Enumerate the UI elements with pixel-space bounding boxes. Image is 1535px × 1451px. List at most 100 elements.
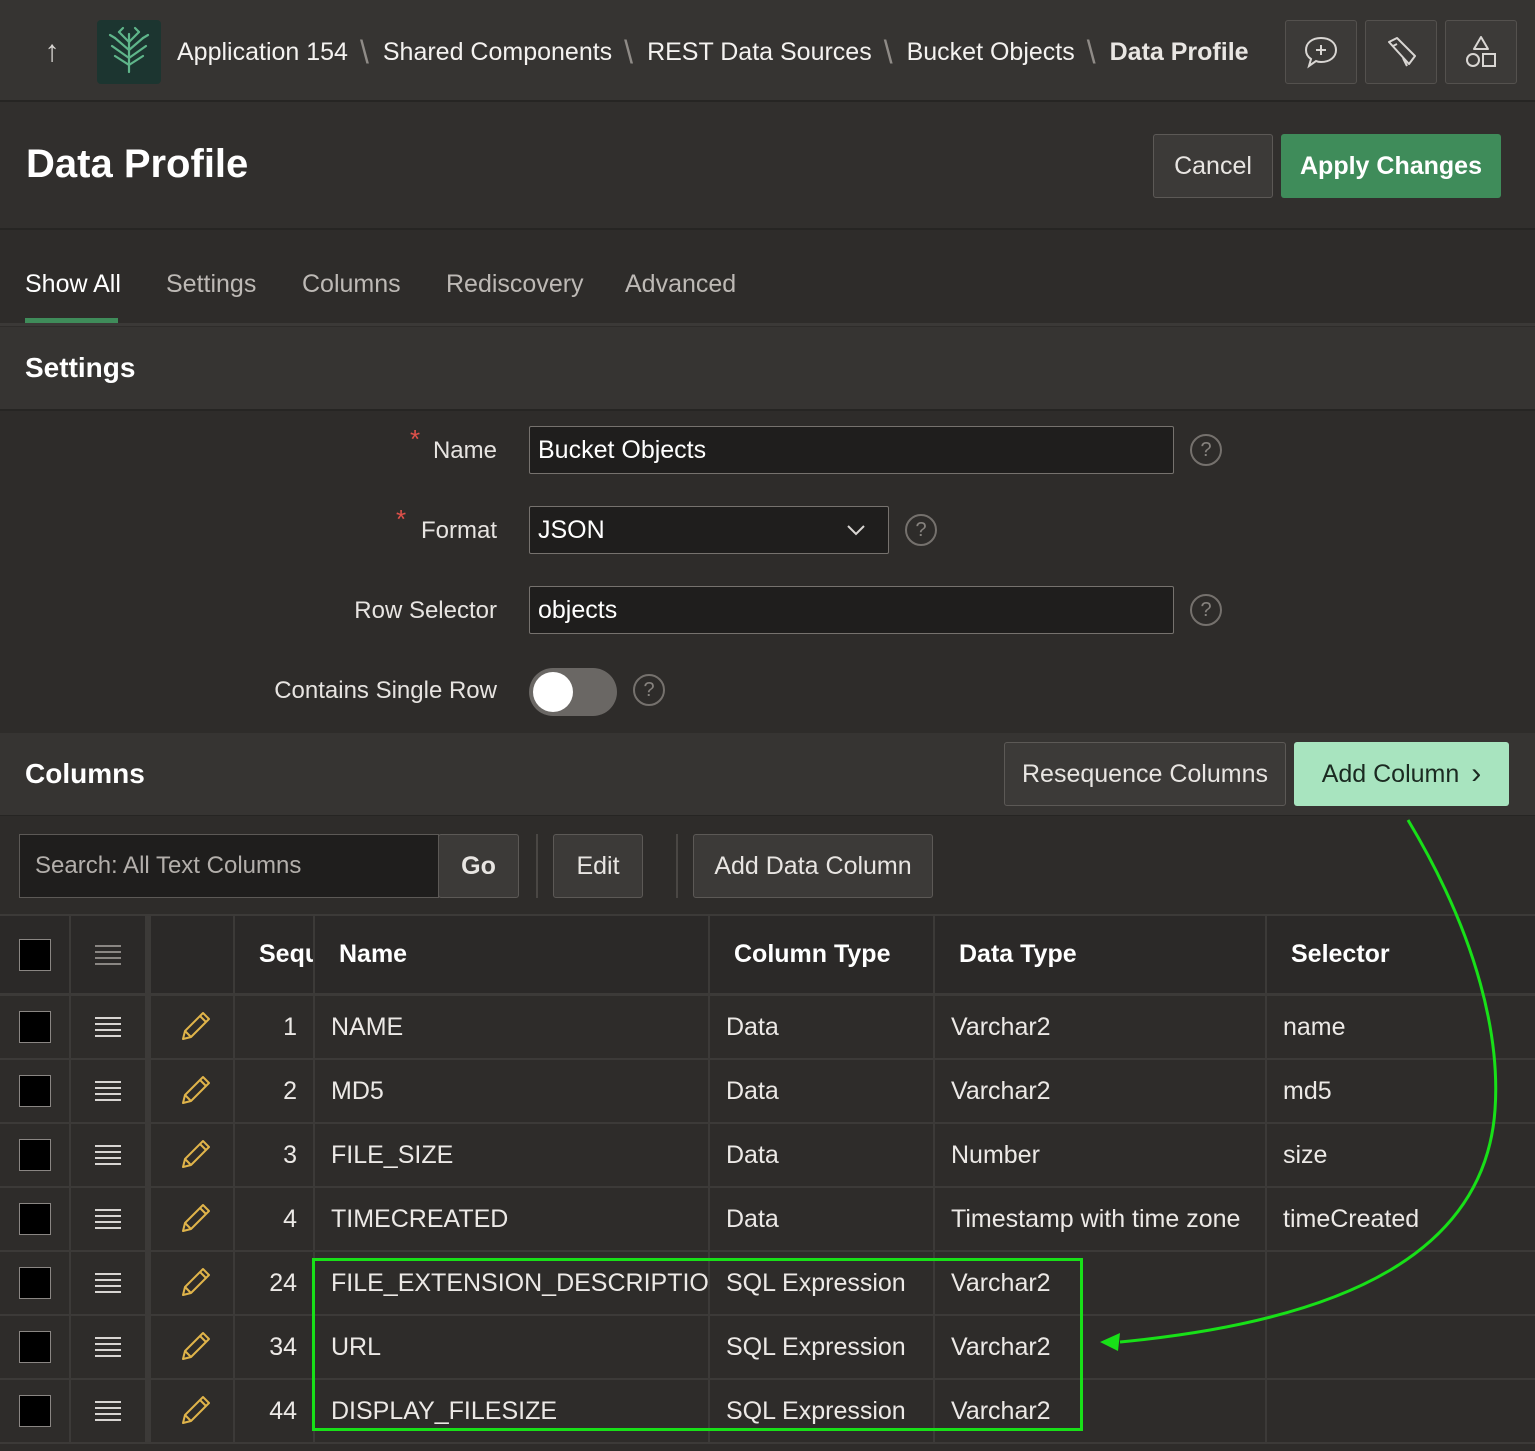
select-all-cell	[0, 916, 71, 993]
column-header-column-type[interactable]: Column Type	[710, 916, 935, 993]
pencil-icon[interactable]	[176, 1265, 212, 1301]
format-help-icon[interactable]: ?	[905, 514, 937, 546]
tab-rediscovery[interactable]: Rediscovery	[446, 270, 584, 299]
apply-changes-button[interactable]: Apply Changes	[1281, 134, 1501, 198]
select-all-checkbox[interactable]	[18, 938, 51, 971]
format-label: Format	[420, 517, 497, 544]
row-select-cell	[0, 1380, 71, 1442]
row-checkbox[interactable]	[18, 1267, 51, 1299]
settings-region-header	[0, 327, 1535, 411]
tab-advanced[interactable]: Advanced	[625, 270, 736, 299]
chevron-down-icon	[847, 525, 865, 536]
pencil-icon[interactable]	[176, 1009, 212, 1045]
edit-button[interactable]: Edit	[553, 834, 643, 898]
row-selector-help-icon[interactable]: ?	[1190, 594, 1222, 626]
cell-sequence: 44	[235, 1380, 315, 1442]
cell-data-type: Varchar2	[935, 996, 1267, 1058]
row-checkbox[interactable]	[18, 1203, 51, 1235]
row-edit-cell	[155, 1316, 235, 1378]
row-drag-cell	[71, 1380, 151, 1442]
cell-data-type: Varchar2	[935, 1316, 1267, 1378]
feedback-button[interactable]	[1285, 20, 1357, 84]
developer-toolbar-button[interactable]	[1365, 20, 1437, 84]
row-selector-label: Row Selector	[354, 597, 497, 624]
table-row[interactable]: 2 MD5 Data Varchar2 md5	[0, 1060, 1535, 1124]
chevron-right-icon: ›	[1471, 757, 1482, 790]
drag-header-cell	[71, 916, 151, 993]
shared-components-button[interactable]	[1445, 20, 1517, 84]
row-edit-cell	[155, 1380, 235, 1442]
drag-handle-icon[interactable]	[95, 1145, 121, 1165]
table-row[interactable]: 34 URL SQL Expression Varchar2	[0, 1316, 1535, 1380]
row-select-cell	[0, 1252, 71, 1314]
row-checkbox[interactable]	[18, 1075, 51, 1107]
go-button[interactable]: Go	[438, 834, 519, 898]
row-select-cell	[0, 1060, 71, 1122]
table-row[interactable]: 1 NAME Data Varchar2 name	[0, 996, 1535, 1060]
breadcrumb-item[interactable]: Shared Components	[383, 38, 612, 67]
active-tab-indicator	[25, 318, 118, 323]
row-drag-cell	[71, 1252, 151, 1314]
cancel-button[interactable]: Cancel	[1153, 134, 1273, 198]
up-arrow-icon[interactable]: ↑	[30, 32, 74, 72]
cell-data-type: Varchar2	[935, 1252, 1267, 1314]
table-row[interactable]: 44 DISPLAY_FILESIZE SQL Expression Varch…	[0, 1380, 1535, 1444]
tab-settings[interactable]: Settings	[166, 270, 256, 299]
drag-handle-icon[interactable]	[95, 1081, 121, 1101]
resequence-columns-button[interactable]: Resequence Columns	[1004, 742, 1286, 806]
cell-selector: timeCreated	[1283, 1204, 1420, 1233]
pencil-icon[interactable]	[176, 1073, 212, 1109]
name-field[interactable]: Bucket Objects	[529, 426, 1174, 474]
cell-selector: size	[1283, 1140, 1328, 1169]
breadcrumb-item[interactable]: REST Data Sources	[647, 38, 872, 67]
drag-handle-icon[interactable]	[95, 1017, 121, 1037]
tab-show-all[interactable]: Show All	[25, 270, 121, 299]
row-checkbox[interactable]	[18, 1331, 51, 1363]
cell-sequence: 2	[235, 1060, 315, 1122]
search-input[interactable]: Search: All Text Columns	[19, 834, 439, 898]
breadcrumb-item[interactable]: Bucket Objects	[907, 38, 1075, 67]
cell-column-type: SQL Expression	[710, 1316, 935, 1378]
cell-name: TIMECREATED	[315, 1188, 710, 1250]
column-header-sequence[interactable]: Sequ	[235, 916, 315, 993]
cell-data-type: Number	[935, 1124, 1267, 1186]
cell-sequence: 24	[235, 1252, 315, 1314]
grid-header-row: Sequ Name Column Type Data Type Selector	[0, 914, 1535, 996]
edit-header-cell	[155, 916, 235, 993]
table-row[interactable]: 3 FILE_SIZE Data Number size	[0, 1124, 1535, 1188]
breadcrumb-separator: \	[883, 33, 893, 70]
row-checkbox[interactable]	[18, 1011, 51, 1043]
drag-handle-icon[interactable]	[95, 1401, 121, 1421]
add-column-label: Add Column	[1321, 759, 1460, 788]
pencil-icon[interactable]	[176, 1393, 212, 1429]
format-select[interactable]: JSON	[529, 506, 889, 554]
drag-handle-icon[interactable]	[95, 1273, 121, 1293]
pencil-icon[interactable]	[176, 1201, 212, 1237]
breadcrumb-current: Data Profile	[1109, 37, 1249, 66]
row-edit-cell	[155, 1188, 235, 1250]
cell-column-type: Data	[710, 1188, 935, 1250]
row-selector-field[interactable]: objects	[529, 586, 1174, 634]
cell-selector: name	[1283, 1012, 1346, 1041]
table-row[interactable]: 24 FILE_EXTENSION_DESCRIPTION SQL Expres…	[0, 1252, 1535, 1316]
name-help-icon[interactable]: ?	[1190, 434, 1222, 466]
row-checkbox[interactable]	[18, 1139, 51, 1171]
breadcrumb: Application 154 \ Shared Components \ RE…	[177, 30, 1249, 74]
drag-handle-icon[interactable]	[95, 1209, 121, 1229]
add-column-button[interactable]: Add Column ›	[1294, 742, 1509, 806]
drag-handle-icon[interactable]	[95, 1337, 121, 1357]
tab-columns[interactable]: Columns	[302, 270, 401, 299]
column-header-data-type[interactable]: Data Type	[935, 916, 1267, 993]
cell-column-type: Data	[710, 1060, 935, 1122]
column-header-selector[interactable]: Selector	[1267, 916, 1535, 993]
add-data-column-button[interactable]: Add Data Column	[693, 834, 933, 898]
table-row[interactable]: 4 TIMECREATED Data Timestamp with time z…	[0, 1188, 1535, 1252]
column-header-name[interactable]: Name	[315, 916, 710, 993]
cell-selector	[1267, 1252, 1535, 1314]
pencil-icon[interactable]	[176, 1329, 212, 1365]
contains-single-row-help-icon[interactable]: ?	[633, 674, 665, 706]
pencil-icon[interactable]	[176, 1137, 212, 1173]
app-logo-icon[interactable]	[97, 20, 161, 84]
breadcrumb-item[interactable]: Application 154	[177, 38, 348, 67]
row-checkbox[interactable]	[18, 1395, 51, 1427]
